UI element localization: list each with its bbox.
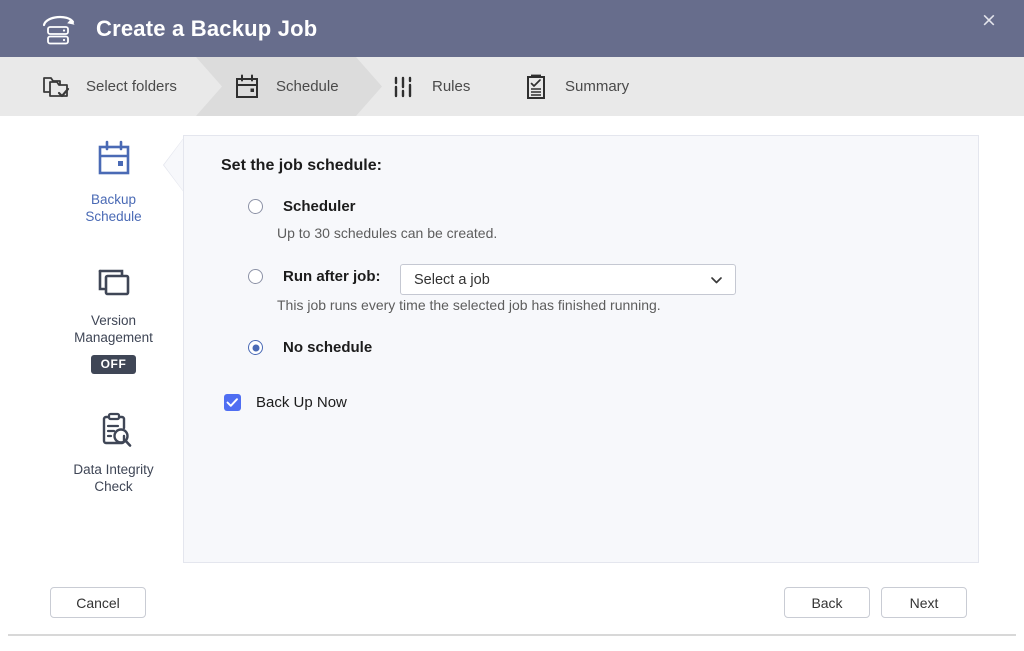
back-up-now-checkbox[interactable] (224, 394, 241, 411)
clipboard-check-icon (527, 74, 545, 99)
sidebar-item-data-integrity-check[interactable]: Data Integrity Check (36, 410, 191, 495)
create-backup-job-dialog: Create a Backup Job × Select folders Sch… (0, 0, 1024, 651)
sidebar-item-label: Version Management (74, 312, 153, 346)
sidebar-label-line2: Schedule (85, 209, 142, 224)
radio-option-no-schedule[interactable]: No schedule (248, 339, 372, 356)
step-label: Summary (565, 78, 630, 95)
layers-window-icon (98, 269, 129, 296)
calendar-icon (236, 74, 258, 98)
back-up-now-row[interactable]: Back Up Now (224, 394, 347, 411)
radio-option-scheduler[interactable]: Scheduler (248, 198, 356, 215)
chevron-down-icon (711, 276, 722, 283)
dialog-titlebar: Create a Backup Job × (0, 0, 1024, 57)
job-select[interactable]: Select a job (400, 264, 736, 295)
step-label: Select folders (86, 78, 177, 95)
status-badge: OFF (90, 355, 137, 374)
step-summary[interactable]: Summary (521, 57, 629, 116)
sidebar-label-line1: Backup (90, 192, 136, 207)
radio-label: Scheduler (283, 198, 356, 215)
footer-divider (8, 634, 1016, 636)
sidebar-label-line1: Data Integrity (73, 462, 154, 477)
job-select-value: Select a job (414, 271, 490, 288)
radio-label: No schedule (283, 339, 373, 356)
scheduler-hint: Up to 30 schedules can be created. (277, 225, 498, 241)
step-label: Schedule (276, 78, 339, 95)
back-up-now-label: Back Up Now (256, 394, 347, 411)
step-rules[interactable]: Rules (388, 57, 470, 116)
radio-option-run-after-job[interactable]: Run after job: (248, 268, 381, 285)
schedule-settings-panel: Set the job schedule: Scheduler Up to 30… (183, 135, 979, 563)
cancel-button[interactable]: Cancel (50, 587, 146, 618)
settings-sidebar: Backup Schedule Version Management OFF D… (36, 130, 191, 495)
radio-no-schedule-icon[interactable] (248, 340, 263, 355)
sliders-icon (394, 76, 412, 97)
radio-scheduler-icon[interactable] (248, 199, 263, 214)
sidebar-label-line1: Version (90, 313, 137, 328)
sidebar-label-line2: Check (94, 479, 133, 494)
back-button[interactable]: Back (784, 587, 870, 618)
folder-check-icon (43, 76, 70, 97)
radio-label: Run after job: (283, 268, 381, 285)
page-title: Set the job schedule: (221, 157, 382, 174)
sidebar-item-label: Backup Schedule (85, 191, 141, 225)
backup-server-icon (42, 15, 75, 44)
sidebar-item-backup-schedule[interactable]: Backup Schedule (36, 138, 191, 225)
run-after-job-hint: This job runs every time the selected jo… (277, 297, 661, 313)
calendar-icon (98, 140, 129, 175)
wizard-stepper: Select folders Schedule Rules Summary (0, 57, 1024, 116)
radio-run-after-job-icon[interactable] (248, 269, 263, 284)
close-icon[interactable]: × (976, 7, 1002, 33)
sidebar-item-version-management[interactable]: Version Management OFF (36, 263, 191, 374)
clipboard-search-icon (102, 412, 131, 447)
sidebar-item-label: Data Integrity Check (73, 461, 153, 495)
dialog-title: Create a Backup Job (96, 15, 318, 41)
step-label: Rules (432, 78, 471, 95)
sidebar-label-line2: Management (74, 330, 153, 345)
check-icon (226, 398, 238, 407)
step-schedule[interactable]: Schedule (232, 57, 339, 116)
step-select-folders[interactable]: Select folders (42, 57, 177, 116)
next-button[interactable]: Next (881, 587, 967, 618)
